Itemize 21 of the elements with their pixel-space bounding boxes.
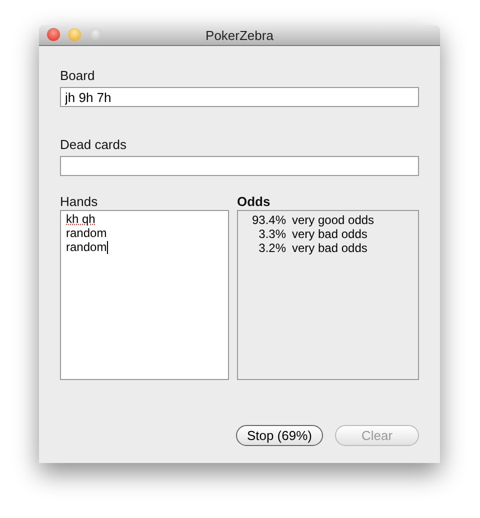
odds-verdict: very bad odds	[292, 241, 368, 255]
odds-verdict: very bad odds	[292, 227, 368, 241]
hands-label: Hands	[60, 194, 99, 210]
close-icon[interactable]	[47, 28, 60, 41]
minimize-icon[interactable]	[68, 28, 81, 41]
hand-line: random	[66, 240, 108, 254]
odds-verdict: very good odds	[292, 213, 374, 227]
dead-cards-field[interactable]	[60, 156, 419, 176]
field-label: Board	[60, 68, 96, 84]
odds-percent: 93.4%	[250, 213, 286, 227]
stop-button[interactable]: Stop (69%)	[236, 425, 323, 446]
window-title: PokerZebra	[206, 28, 274, 42]
odds-label: Odds	[237, 194, 272, 210]
hand-line: kh qh	[66, 212, 96, 226]
zoom-icon[interactable]	[89, 28, 102, 41]
odds-percent: 3.3%	[258, 227, 286, 241]
board-field[interactable]: jh 9h 7h	[60, 87, 419, 107]
hand-line: random	[66, 226, 107, 240]
hands-text-area[interactable]: kh qh random random	[60, 210, 229, 380]
field-label: Dead cards	[60, 137, 128, 153]
odds-percent: 3.2%	[258, 241, 286, 255]
